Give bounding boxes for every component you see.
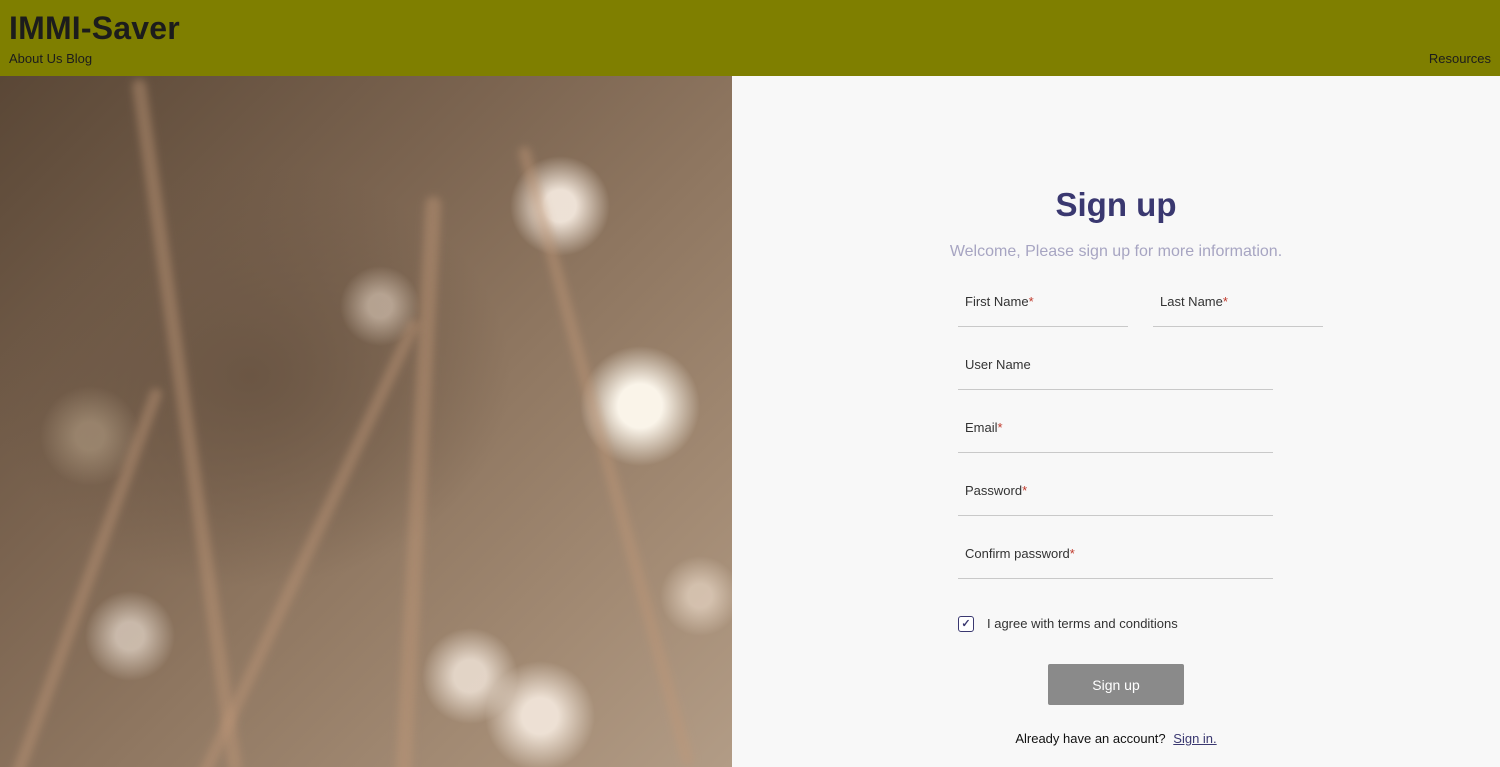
brand-logo[interactable]: IMMI-Saver	[9, 9, 180, 47]
last-name-field[interactable]: Last Name*	[1153, 294, 1327, 328]
signup-button[interactable]: Sign up	[1048, 664, 1184, 705]
signin-row: Already have an account? Sign in.	[732, 731, 1500, 746]
nav-right: Resources	[1429, 51, 1491, 66]
confirm-password-input[interactable]	[958, 546, 1277, 580]
user-name-field[interactable]: User Name	[958, 357, 1277, 391]
email-input[interactable]	[958, 420, 1277, 454]
checkmark-icon: ✓	[961, 618, 971, 630]
first-name-input[interactable]	[958, 294, 1132, 328]
user-name-input[interactable]	[958, 357, 1277, 391]
image-detail	[517, 145, 695, 767]
hero-image	[0, 76, 732, 767]
nav-link-resources[interactable]: Resources	[1429, 51, 1491, 66]
first-name-field[interactable]: First Name*	[958, 294, 1132, 328]
page-title: Sign up	[1055, 186, 1177, 223]
last-name-input[interactable]	[1153, 294, 1327, 328]
password-field[interactable]: Password*	[958, 483, 1277, 517]
password-input[interactable]	[958, 483, 1277, 517]
signin-link[interactable]: Sign in.	[1173, 731, 1216, 746]
signin-prompt: Already have an account?	[1015, 731, 1166, 746]
terms-checkbox[interactable]: ✓	[958, 616, 974, 632]
confirm-password-field[interactable]: Confirm password*	[958, 546, 1277, 580]
page-subtitle: Welcome, Please sign up for more informa…	[949, 243, 1283, 260]
nav-left: About Us Blog	[9, 51, 92, 66]
signup-panel: Sign up Welcome, Please sign up for more…	[732, 76, 1500, 767]
image-detail	[8, 386, 164, 767]
email-field[interactable]: Email*	[958, 420, 1277, 454]
terms-label: I agree with terms and conditions	[987, 616, 1178, 631]
image-detail	[394, 195, 442, 767]
top-navbar: IMMI-Saver About Us Blog Resources	[0, 0, 1500, 76]
nav-link-about-us[interactable]: About Us	[9, 51, 62, 66]
nav-link-blog[interactable]: Blog	[66, 51, 92, 66]
